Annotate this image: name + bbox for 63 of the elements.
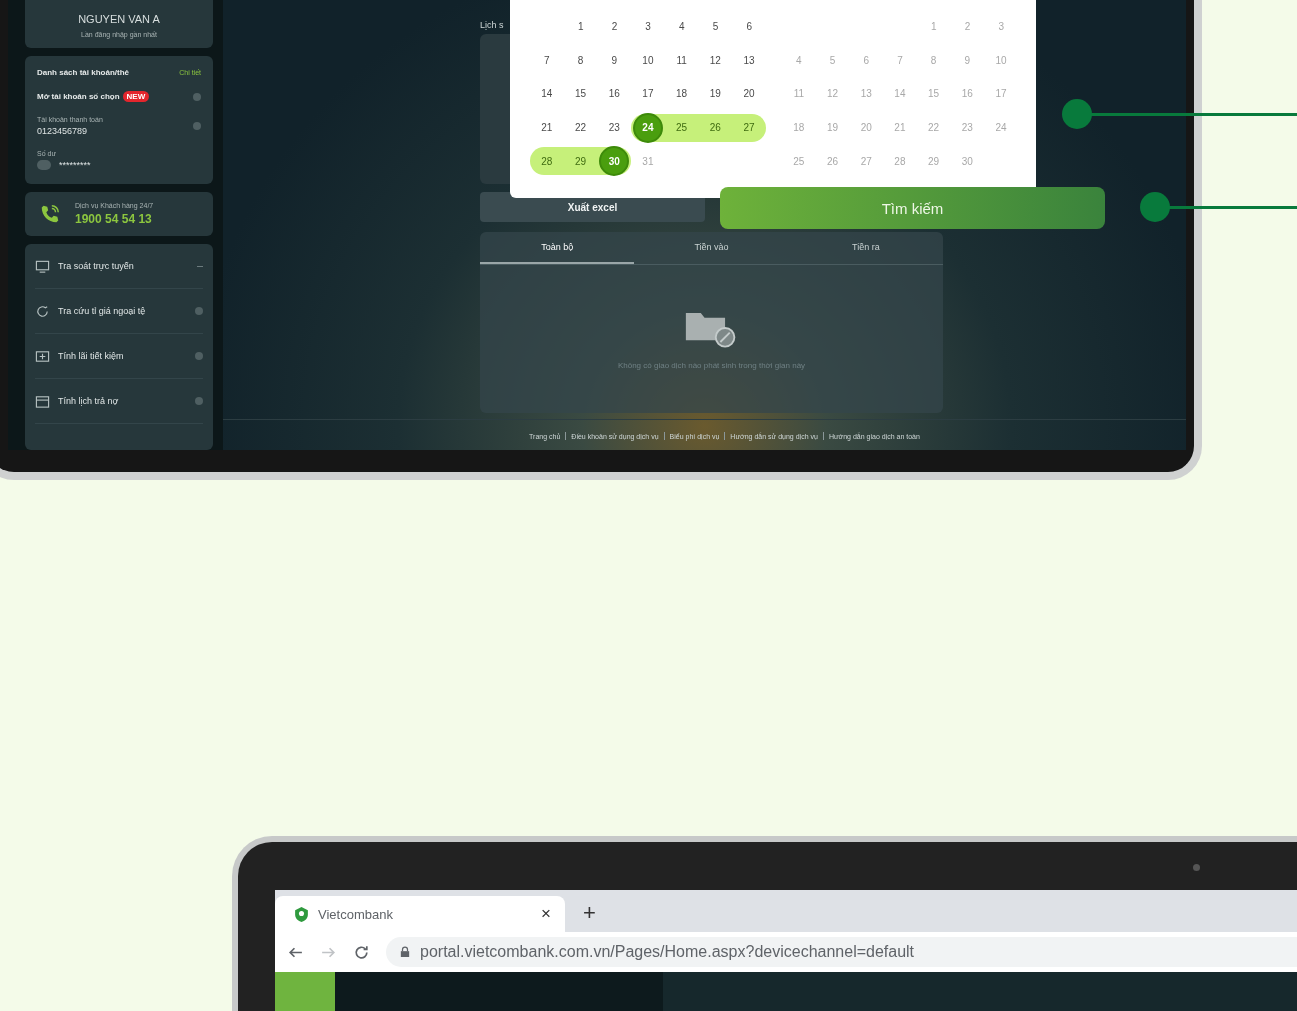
menu-item[interactable]: Tính lãi tiết kiệm — [35, 334, 203, 379]
menu-item[interactable]: Tính lịch trả nợ — [35, 379, 203, 424]
calendar-day[interactable]: 4 — [666, 11, 697, 42]
phone-icon — [39, 203, 61, 225]
balance-value: ********* — [59, 160, 91, 170]
calendar-day[interactable]: 10 — [632, 45, 663, 76]
calendar-day[interactable]: 8 — [565, 45, 596, 76]
reload-icon[interactable] — [353, 943, 370, 961]
browser-tab[interactable]: Vietcombank × — [275, 896, 565, 932]
tab[interactable]: Tiền ra — [788, 232, 943, 264]
eye-toggle-icon[interactable] — [37, 160, 51, 170]
calculator-icon — [35, 348, 50, 364]
shield-logo-icon — [293, 905, 310, 923]
calendar-day[interactable]: 19 — [700, 79, 731, 109]
calendar-day[interactable]: 30 — [599, 146, 630, 177]
calendar-day[interactable]: 11 — [666, 45, 697, 76]
calendar-day[interactable]: 14 — [531, 79, 562, 109]
menu-item[interactable]: Tra cứu tỉ giá ngoại tệ — [35, 289, 203, 334]
monitor-icon — [35, 258, 50, 274]
calendar-day[interactable]: 15 — [565, 79, 596, 109]
calendar-day[interactable]: 26 — [700, 112, 731, 143]
calendar-day[interactable]: 17 — [632, 79, 663, 109]
refresh-icon — [35, 303, 50, 319]
hotline-number[interactable]: 1900 54 54 13 — [75, 212, 154, 226]
calendar-day[interactable]: 29 — [565, 146, 596, 177]
history-label: Lịch s — [480, 20, 504, 30]
search-button[interactable]: Tìm kiếm — [720, 187, 1105, 229]
calendar-day[interactable]: 22 — [565, 112, 596, 143]
calendar-day[interactable]: 3 — [633, 11, 664, 42]
calendar-day[interactable]: 20 — [733, 79, 764, 109]
tab[interactable]: Tiền vào — [634, 232, 789, 264]
new-tab-button[interactable]: + — [583, 900, 596, 926]
tab-title: Vietcombank — [318, 906, 394, 922]
calendar-icon — [35, 393, 50, 409]
user-name: NGUYEN VAN A — [78, 13, 160, 25]
tab[interactable]: Toàn bộ — [480, 232, 635, 264]
calendar-day[interactable]: 16 — [599, 79, 630, 109]
new-badge: NEW — [122, 91, 150, 102]
calendar-day[interactable]: 25 — [666, 112, 697, 143]
open-account-label[interactable]: Mở tài khoản số chọn — [37, 92, 120, 101]
calendar-day[interactable]: 2 — [599, 11, 630, 42]
calendar-day[interactable]: 12 — [700, 45, 731, 76]
calendar-day[interactable]: 23 — [599, 112, 630, 143]
calendar-day[interactable]: 13 — [733, 45, 764, 76]
calendar-day[interactable]: 27 — [733, 112, 764, 143]
calendar-day[interactable]: 1 — [565, 11, 596, 42]
calendar-day[interactable]: 28 — [531, 146, 562, 177]
dot-icon — [193, 122, 201, 130]
accounts-title: Danh sách tài khoản/thẻ — [37, 68, 130, 77]
calendar-day[interactable]: 24 — [632, 112, 663, 143]
camera-icon — [1193, 864, 1200, 871]
calendar-day[interactable]: 9 — [599, 45, 630, 76]
account-number: 0123456789 — [37, 126, 89, 136]
dot-icon — [193, 92, 201, 101]
calendar-day[interactable]: 5 — [700, 11, 731, 42]
close-tab-button[interactable]: × — [541, 904, 551, 924]
calendar-day[interactable]: 18 — [666, 79, 697, 109]
calendar-day[interactable]: 21 — [531, 112, 562, 143]
menu-item[interactable]: Tra soát trực tuyến — [35, 244, 203, 289]
address-bar[interactable]: portal.vietcombank.com.vn/Pages/Home.aspx?devicechannel=default — [386, 937, 1297, 967]
calendar-day[interactable]: 6 — [734, 11, 765, 42]
lock-icon — [400, 946, 410, 958]
calendar-day[interactable]: 7 — [531, 45, 562, 76]
